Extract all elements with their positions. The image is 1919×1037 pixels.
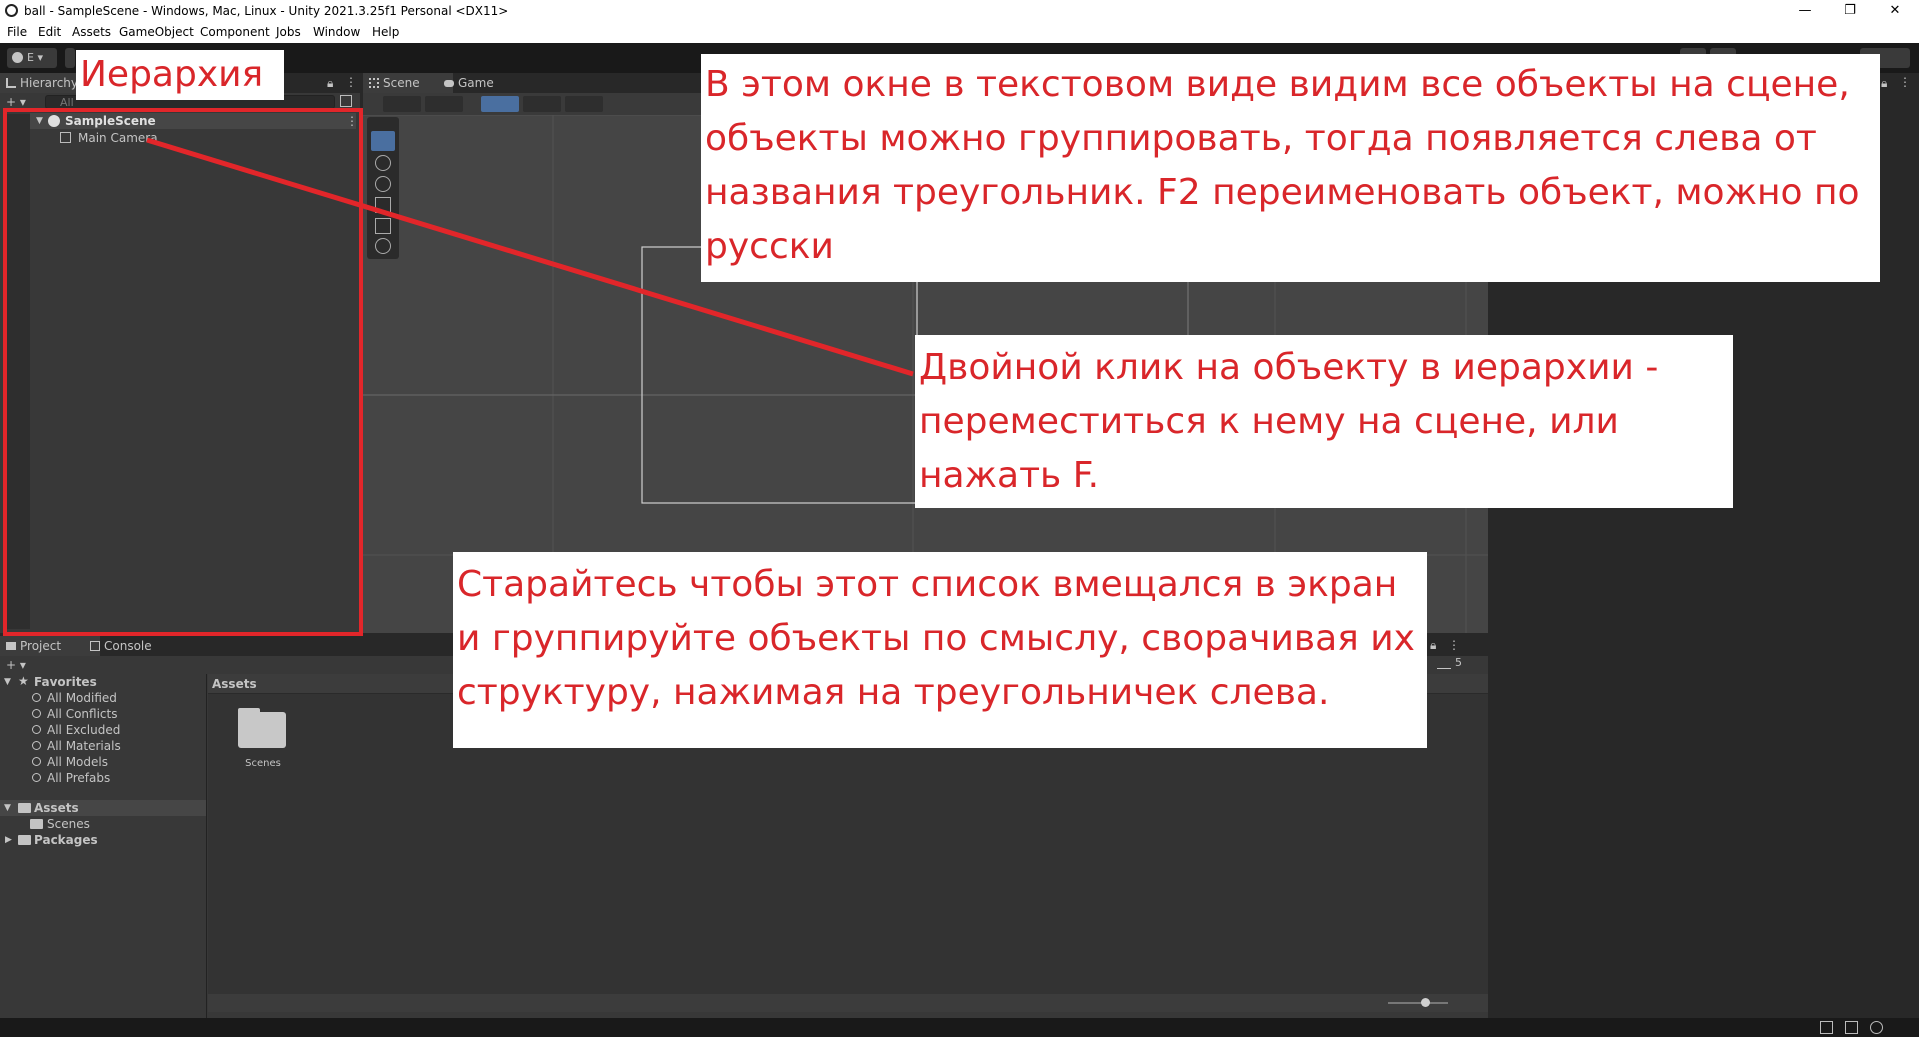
- callout-top: В этом окне в текстовом виде видим все о…: [701, 54, 1880, 282]
- callout-bottom: Старайтесь чтобы этот список вмещался в …: [453, 552, 1427, 748]
- callout-middle: Двойной клик на объекту в иерархии - пер…: [915, 335, 1733, 508]
